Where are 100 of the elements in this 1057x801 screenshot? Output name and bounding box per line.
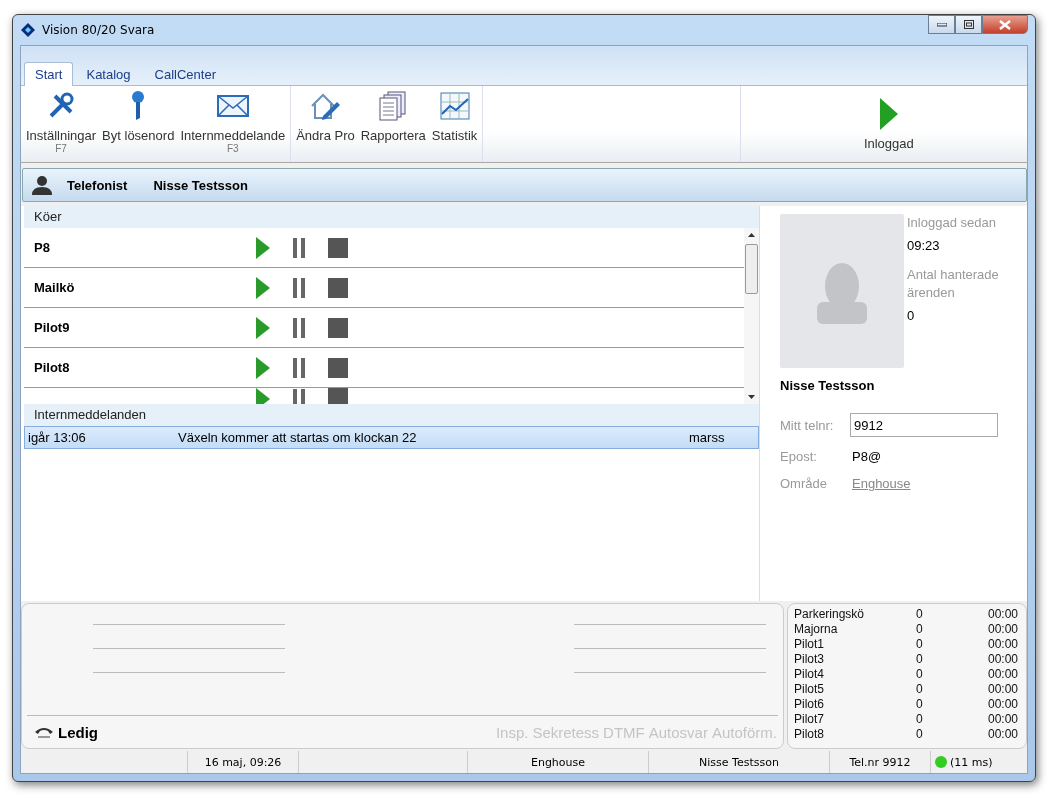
stat-time: 00:00 xyxy=(986,667,1018,682)
scrollbar[interactable] xyxy=(744,228,759,404)
maximize-button[interactable] xyxy=(955,15,982,34)
stat-count: 0 xyxy=(916,727,924,742)
phone-field[interactable]: 9912 xyxy=(850,413,998,437)
stop-icon[interactable] xyxy=(328,277,348,298)
user-icon xyxy=(31,175,53,195)
phone-handset-icon xyxy=(34,726,54,738)
play-icon xyxy=(879,98,898,130)
ribbon-tab[interactable]: Start xyxy=(24,62,74,86)
message-row[interactable]: igår 13:06 Växeln kommer att startas om klockan 22 marss xyxy=(24,426,759,449)
pause-icon[interactable] xyxy=(292,276,306,299)
stat-queue-name: Parkeringskö xyxy=(794,607,866,622)
phone-label: Mitt telnr: xyxy=(780,417,835,433)
email-label: Epost: xyxy=(780,449,818,464)
window-title: Vision 80/20 Svara xyxy=(42,23,155,37)
diamond-icon xyxy=(20,22,36,38)
stat-time: 00:00 xyxy=(986,652,1018,667)
stat-time: 00:00 xyxy=(986,607,1018,622)
queue-row[interactable]: Mailkö xyxy=(24,268,744,308)
play-icon[interactable] xyxy=(256,236,270,259)
message-time: igår 13:06 xyxy=(28,430,87,445)
close-icon xyxy=(999,19,1011,30)
queue-row[interactable]: P8 xyxy=(24,228,744,268)
queue-name: Pilot9 xyxy=(34,320,71,335)
minimize-button[interactable] xyxy=(928,15,955,34)
message-sender: marss xyxy=(689,430,726,445)
minimize-icon xyxy=(936,22,947,27)
stat-queue-name: Pilot6 xyxy=(794,697,826,712)
stat-queue-name: Pilot3 xyxy=(794,652,826,667)
profile-name: Nisse Testsson xyxy=(780,378,876,393)
stat-time: 00:00 xyxy=(986,637,1018,652)
pause-icon[interactable] xyxy=(292,356,306,379)
login-button[interactable]: Inloggad xyxy=(760,94,1017,151)
scroll-down-icon[interactable] xyxy=(748,395,755,399)
pause-icon[interactable] xyxy=(292,388,306,404)
stop-icon[interactable] xyxy=(328,357,348,378)
ribbon-tab[interactable]: Katalog xyxy=(75,62,142,86)
user-role: Telefonist xyxy=(67,177,128,193)
queue-name: P8 xyxy=(34,240,51,255)
close-button[interactable] xyxy=(982,15,1028,34)
stat-queue-name: Pilot8 xyxy=(794,727,826,742)
handled-count: 0 xyxy=(907,308,916,323)
stat-queue-name: Pilot5 xyxy=(794,682,826,697)
area-label: Område xyxy=(780,476,828,491)
stat-count: 0 xyxy=(916,607,924,622)
play-icon[interactable] xyxy=(256,388,270,404)
line-chart-icon xyxy=(439,90,470,122)
ribbon-button[interactable]: Inställningar F7 xyxy=(23,86,100,162)
stat-queue-name: Majorna xyxy=(794,622,839,637)
pause-icon[interactable] xyxy=(292,316,306,339)
queue-row[interactable]: Pilot9 xyxy=(24,308,744,348)
stat-count: 0 xyxy=(916,712,924,727)
maximize-icon xyxy=(963,20,974,29)
play-icon[interactable] xyxy=(256,316,270,339)
ribbon-button[interactable]: Byt lösenord xyxy=(99,86,178,162)
handled-label: Antal hanterade ärenden xyxy=(907,266,1000,302)
status-user: Nisse Testsson xyxy=(699,755,779,769)
stat-queue-name: Pilot1 xyxy=(794,637,826,652)
stat-time: 00:00 xyxy=(986,712,1018,727)
connection-latency: (11 ms) xyxy=(950,755,993,769)
scroll-up-icon[interactable] xyxy=(748,233,755,237)
status-phone: Tel.nr 9912 xyxy=(849,755,911,769)
queue-row[interactable]: Pilot8 xyxy=(24,348,744,388)
stop-icon[interactable] xyxy=(328,317,348,338)
stat-time: 00:00 xyxy=(986,727,1018,742)
ribbon-button[interactable]: Rapportera xyxy=(357,86,429,162)
documents-icon xyxy=(379,90,408,122)
stat-queue-name: Pilot4 xyxy=(794,667,826,682)
email-value: P8@ xyxy=(852,449,882,464)
message-text: Växeln kommer att startas om klockan 22 xyxy=(178,430,418,445)
ribbon-button[interactable]: Internmeddelande F3 xyxy=(177,86,289,162)
status-area: Enghouse xyxy=(530,755,586,769)
stat-count: 0 xyxy=(916,697,924,712)
stat-count: 0 xyxy=(916,637,924,652)
logged-in-label: Inloggad sedan xyxy=(907,214,997,232)
user-name: Nisse Testsson xyxy=(153,177,248,193)
stat-count: 0 xyxy=(916,682,924,697)
ribbon-button[interactable]: Statistik xyxy=(428,86,481,162)
play-icon[interactable] xyxy=(256,356,270,379)
status-date: 16 maj, 09:26 xyxy=(204,755,282,769)
stat-count: 0 xyxy=(916,667,924,682)
section-header: Internmeddelanden xyxy=(24,404,759,426)
stat-time: 00:00 xyxy=(986,682,1018,697)
ribbon-button[interactable]: Ändra Pro xyxy=(293,86,358,162)
play-icon[interactable] xyxy=(256,276,270,299)
area-link[interactable]: Enghouse xyxy=(852,476,911,491)
stop-icon[interactable] xyxy=(328,237,348,258)
stat-time: 00:00 xyxy=(986,622,1018,637)
stat-queue-name: Pilot7 xyxy=(794,712,826,727)
queue-name: Pilot8 xyxy=(34,360,71,375)
section-header: Köer xyxy=(24,206,759,228)
stat-count: 0 xyxy=(916,652,924,667)
avatar-silhouette-icon xyxy=(780,214,904,368)
stat-count: 0 xyxy=(916,622,924,637)
pause-icon[interactable] xyxy=(292,236,306,259)
logged-in-time: 09:23 xyxy=(907,238,941,253)
call-status: Ledig xyxy=(58,723,98,741)
ribbon-tab[interactable]: CallCenter xyxy=(143,62,227,86)
queue-name: Mailkö xyxy=(34,280,76,295)
